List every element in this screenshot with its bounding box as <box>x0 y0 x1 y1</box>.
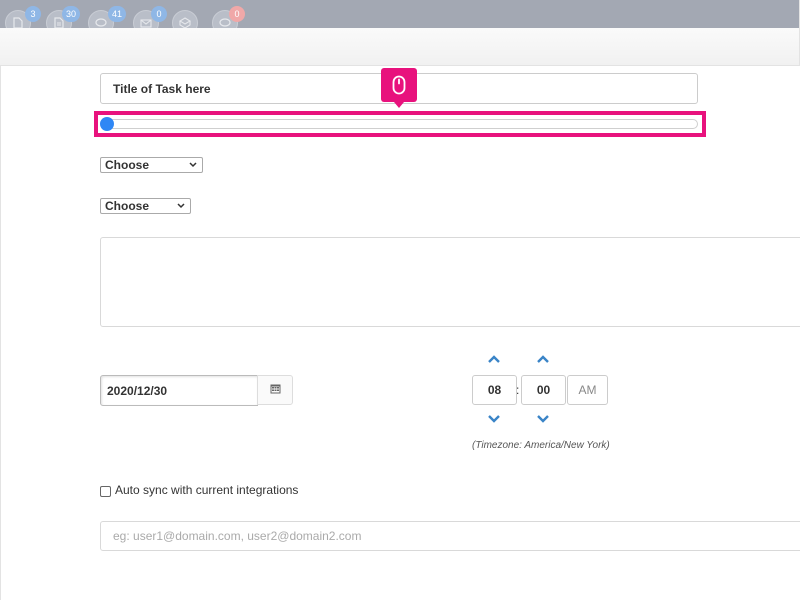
chevron-down-icon <box>537 415 549 423</box>
calendar-button[interactable] <box>257 375 293 405</box>
choose-select-1[interactable]: Choose <box>100 157 203 173</box>
invite-emails-input[interactable] <box>100 521 800 551</box>
auto-sync-label[interactable]: Auto sync with current integrations <box>115 483 298 497</box>
hour-up-button[interactable] <box>486 353 502 365</box>
chevron-down-icon <box>176 199 186 216</box>
due-date-input[interactable] <box>100 375 258 406</box>
hour-input[interactable] <box>472 375 517 405</box>
chevron-down-icon <box>188 158 198 175</box>
chevron-down-icon <box>488 415 500 423</box>
hour-down-button[interactable] <box>486 413 502 425</box>
timezone-note: (Timezone: America/New York) <box>472 440 610 451</box>
top-notification-bar: 3 30 41 0 0 <box>0 0 800 36</box>
chat-badge: 41 <box>108 6 127 22</box>
description-textarea[interactable] <box>100 237 800 327</box>
minute-down-button[interactable] <box>535 413 551 425</box>
minute-up-button[interactable] <box>535 353 551 365</box>
calendar-icon <box>270 383 281 397</box>
frame-border-left <box>0 65 1 600</box>
mail-badge: 0 <box>151 6 167 22</box>
toolbar-strip <box>0 28 800 66</box>
priority-slider-thumb[interactable] <box>100 117 114 131</box>
priority-slider-track[interactable] <box>100 119 698 129</box>
file-badge: 30 <box>62 6 81 22</box>
chevron-up-icon <box>488 355 500 363</box>
ampm-toggle-button[interactable]: AM <box>567 375 608 405</box>
choose-select-2[interactable]: Choose <box>100 198 191 214</box>
document-badge: 3 <box>25 6 41 22</box>
auto-sync-checkbox[interactable] <box>100 486 111 497</box>
chevron-up-icon <box>537 355 549 363</box>
choose-select-1-value: Choose <box>105 158 150 172</box>
time-separator: : <box>516 383 520 397</box>
minute-input[interactable] <box>521 375 566 405</box>
choose-select-2-value: Choose <box>105 199 150 213</box>
mouse-icon <box>381 68 417 108</box>
comment-badge: 0 <box>229 6 245 22</box>
